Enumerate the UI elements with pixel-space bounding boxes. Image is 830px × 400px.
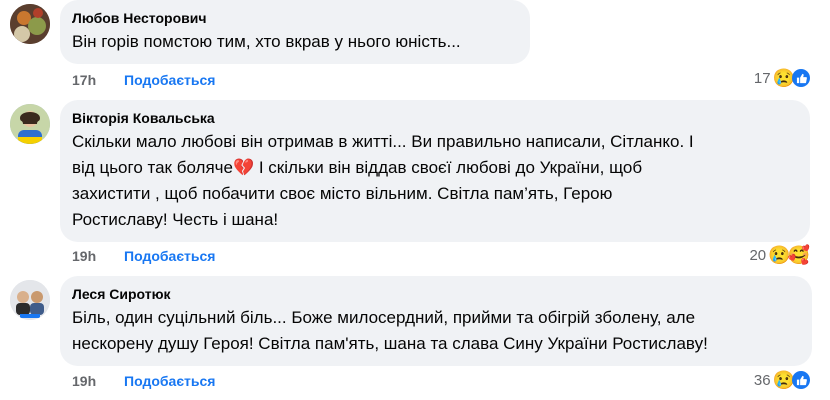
avatar[interactable] — [10, 104, 50, 144]
comment-actions: 19h Подобається — [72, 372, 215, 390]
avatar-photo — [10, 4, 50, 44]
like-button[interactable]: Подобається — [124, 72, 215, 88]
reactions[interactable]: 20 😢 🥰 — [749, 245, 810, 265]
comment-line: нескорену душу Героя! Світла пам'ять, ша… — [72, 334, 708, 353]
comment-time[interactable]: 19h — [72, 373, 96, 389]
comment-line: Скільки мало любові він отримав в житті.… — [72, 132, 694, 151]
comment-text: Біль, один суцільний біль... Боже милосе… — [72, 305, 800, 357]
comment-actions: 19h Подобається — [72, 247, 215, 265]
reaction-count: 36 — [753, 371, 771, 389]
comment-line: захистити , щоб побачити своє місто віль… — [72, 184, 613, 203]
comment-bubble: Леся Сиротюк Біль, один суцільний біль..… — [60, 276, 812, 366]
care-emoji-icon: 🥰 — [787, 245, 810, 265]
comment-time[interactable]: 17h — [72, 72, 96, 88]
avatar[interactable] — [10, 4, 50, 44]
avatar[interactable] — [10, 280, 50, 320]
avatar-photo — [10, 280, 50, 320]
comment: Любов Несторович Він горів помстою тим, … — [0, 0, 830, 100]
comment-line: Ростиславу! Честь і шана! — [72, 210, 279, 229]
like-button[interactable]: Подобається — [124, 248, 215, 264]
comment-line: Біль, один суцільний біль... Боже милосе… — [72, 308, 696, 327]
comment-author[interactable]: Вікторія Ковальська — [72, 109, 798, 127]
comment-actions: 17h Подобається — [72, 71, 215, 89]
comment-bubble: Любов Несторович Він горів помстою тим, … — [60, 0, 530, 64]
comment-text: Він горів помстою тим, хто вкрав у нього… — [72, 29, 518, 55]
comment-line: Він горів помстою тим, хто вкрав у нього… — [72, 32, 461, 51]
comment-author[interactable]: Леся Сиротюк — [72, 285, 800, 303]
reactions[interactable]: 36 😢 — [754, 370, 810, 390]
reaction-count: 17 — [753, 69, 771, 87]
like-icon — [792, 371, 810, 389]
reaction-count: 20 — [749, 246, 767, 264]
like-icon — [792, 69, 810, 87]
avatar-photo — [10, 104, 50, 144]
reactions[interactable]: 17 😢 — [754, 68, 810, 88]
like-button[interactable]: Подобається — [124, 373, 215, 389]
comment: Вікторія Ковальська Скільки мало любові … — [0, 100, 830, 270]
comment-author[interactable]: Любов Несторович — [72, 9, 518, 27]
comment-time[interactable]: 19h — [72, 248, 96, 264]
comment-line: від цього так боляче💔 І скільки він відд… — [72, 158, 643, 177]
comment-text: Скільки мало любові він отримав в житті.… — [72, 129, 798, 233]
comment-bubble: Вікторія Ковальська Скільки мало любові … — [60, 100, 810, 242]
comment: Леся Сиротюк Біль, один суцільний біль..… — [0, 276, 830, 400]
